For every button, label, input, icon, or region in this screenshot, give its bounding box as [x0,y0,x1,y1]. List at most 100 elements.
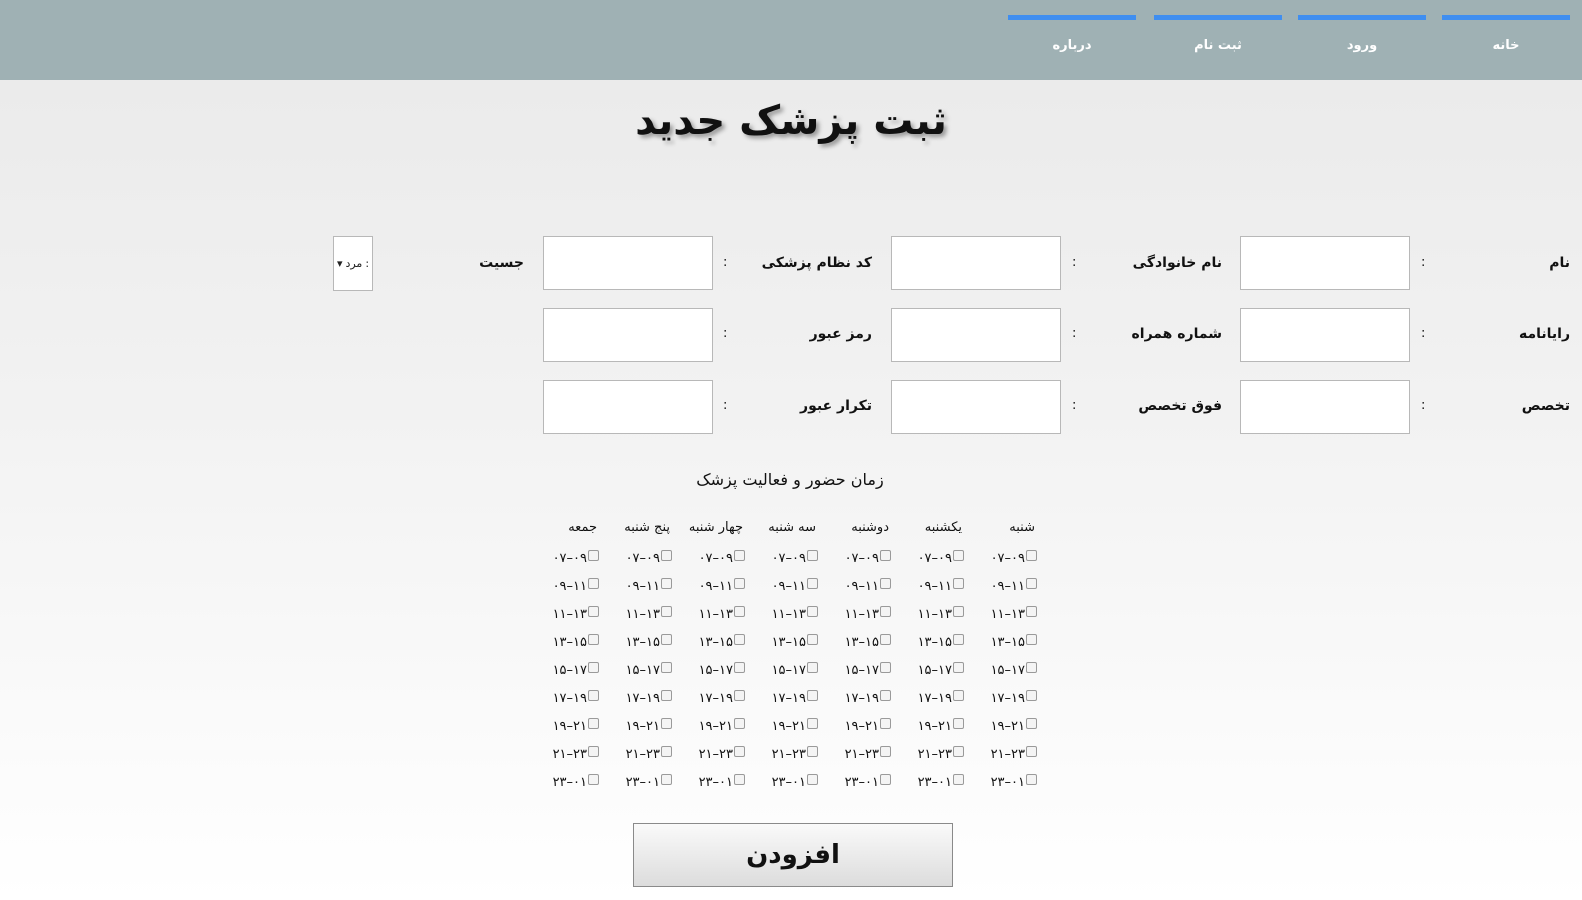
slot-checkbox[interactable] [807,606,818,617]
slot-label: ۱۷–۱۹ [917,691,952,706]
schedule-slot: ۱۷–۱۹ [751,690,824,712]
mobile-input[interactable] [891,308,1061,362]
slot-checkbox[interactable] [807,718,818,729]
password-input[interactable] [543,308,713,362]
slot-checkbox[interactable] [953,578,964,589]
last-name-label: نام خانوادگی [1132,255,1222,271]
slot-checkbox[interactable] [734,634,745,645]
slot-checkbox[interactable] [880,634,891,645]
slot-checkbox[interactable] [1026,550,1037,561]
slot-checkbox[interactable] [953,690,964,701]
schedule-slot: ۱۱–۱۳ [970,606,1043,628]
slot-label: ۰۷–۰۹ [552,551,587,566]
slot-checkbox[interactable] [661,606,672,617]
slot-checkbox[interactable] [953,718,964,729]
slot-checkbox[interactable] [588,774,599,785]
slot-label: ۱۹–۲۱ [698,719,733,734]
slot-checkbox[interactable] [661,550,672,561]
slot-checkbox[interactable] [880,774,891,785]
slot-checkbox[interactable] [807,634,818,645]
slot-checkbox[interactable] [1026,718,1037,729]
slot-checkbox[interactable] [734,718,745,729]
slot-checkbox[interactable] [880,718,891,729]
slot-checkbox[interactable] [1026,578,1037,589]
schedule-slot: ۱۷–۱۹ [970,690,1043,712]
slot-checkbox[interactable] [880,690,891,701]
slot-checkbox[interactable] [734,606,745,617]
slot-checkbox[interactable] [953,774,964,785]
slot-checkbox[interactable] [880,662,891,673]
name-input[interactable] [1240,236,1410,290]
slot-checkbox[interactable] [588,662,599,673]
slot-checkbox[interactable] [734,746,745,757]
nav-register[interactable]: ثبت نام [1154,15,1282,65]
slot-checkbox[interactable] [588,718,599,729]
slot-checkbox[interactable] [588,746,599,757]
slot-checkbox[interactable] [953,662,964,673]
slot-checkbox[interactable] [807,578,818,589]
slot-checkbox[interactable] [1026,690,1037,701]
slot-label: ۲۱–۲۳ [625,747,660,762]
slot-checkbox[interactable] [661,634,672,645]
slot-label: ۱۵–۱۷ [552,663,587,678]
last-name-input[interactable] [891,236,1061,290]
slot-checkbox[interactable] [734,690,745,701]
slot-checkbox[interactable] [588,690,599,701]
schedule-slot: ۲۳–۰۱ [824,774,897,796]
slot-label: ۰۹–۱۱ [698,579,733,594]
slot-checkbox[interactable] [880,606,891,617]
slot-checkbox[interactable] [661,746,672,757]
email-colon: : [1421,326,1426,341]
gender-select[interactable]: ▾ مرد : [333,236,373,291]
slot-checkbox[interactable] [953,550,964,561]
email-input[interactable] [1240,308,1410,362]
slot-checkbox[interactable] [1026,662,1037,673]
medical-code-label: کد نظام پزشکی [761,255,872,271]
slot-checkbox[interactable] [588,634,599,645]
slot-checkbox[interactable] [661,690,672,701]
slot-checkbox[interactable] [588,606,599,617]
slot-checkbox[interactable] [661,578,672,589]
password-repeat-input[interactable] [543,380,713,434]
slot-checkbox[interactable] [880,550,891,561]
slot-checkbox[interactable] [953,606,964,617]
medical-code-input[interactable] [543,236,713,290]
slot-label: ۰۷–۰۹ [771,551,806,566]
slot-label: ۰۹–۱۱ [917,579,952,594]
add-doctor-button[interactable]: افزودن [633,823,953,887]
slot-checkbox[interactable] [807,550,818,561]
slot-checkbox[interactable] [953,634,964,645]
slot-checkbox[interactable] [1026,746,1037,757]
schedule-slot: ۱۱–۱۳ [897,606,970,628]
slot-checkbox[interactable] [880,746,891,757]
subspecialty-input[interactable] [891,380,1061,434]
nav-home[interactable]: خانه [1442,15,1570,65]
slot-checkbox[interactable] [661,774,672,785]
slot-checkbox[interactable] [807,690,818,701]
slot-label: ۰۹–۱۱ [625,579,660,594]
slot-checkbox[interactable] [588,578,599,589]
slot-checkbox[interactable] [734,662,745,673]
slot-checkbox[interactable] [807,746,818,757]
slot-checkbox[interactable] [734,774,745,785]
specialty-input[interactable] [1240,380,1410,434]
slot-label: ۱۷–۱۹ [771,691,806,706]
slot-checkbox[interactable] [734,550,745,561]
slot-checkbox[interactable] [880,578,891,589]
nav-about[interactable]: درباره [1008,15,1136,65]
schedule-slot: ۰۹–۱۱ [532,578,605,600]
slot-checkbox[interactable] [953,746,964,757]
slot-checkbox[interactable] [1026,774,1037,785]
schedule-slot: ۲۳–۰۱ [605,774,678,796]
slot-checkbox[interactable] [661,718,672,729]
slot-checkbox[interactable] [807,774,818,785]
slot-checkbox[interactable] [1026,606,1037,617]
nav-login[interactable]: ورود [1298,15,1426,65]
slot-checkbox[interactable] [661,662,672,673]
slot-checkbox[interactable] [807,662,818,673]
slot-checkbox[interactable] [588,550,599,561]
slot-checkbox[interactable] [1026,634,1037,645]
slot-label: ۰۷–۰۹ [990,551,1025,566]
slot-checkbox[interactable] [734,578,745,589]
name-label: نام [1549,255,1570,271]
